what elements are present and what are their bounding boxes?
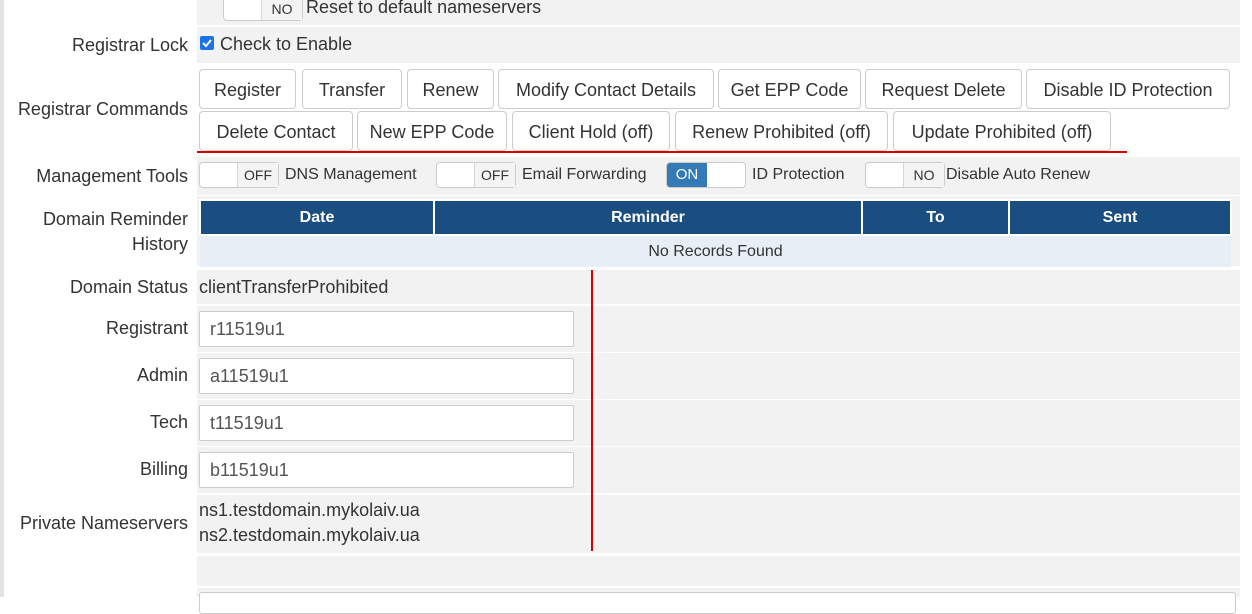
management-tools-row: Management Tools OFF DNS Management OFF … xyxy=(4,157,1240,195)
private-nameservers-label: Private Nameservers xyxy=(19,513,188,533)
registrant-row: Registrant xyxy=(4,306,1240,352)
delete-contact-button[interactable]: Delete Contact xyxy=(199,111,353,151)
request-delete-button[interactable]: Request Delete xyxy=(865,69,1022,109)
right-margin xyxy=(1240,0,1252,597)
toggle-state: ON xyxy=(667,163,707,187)
registrar-commands-label: Registrar Commands xyxy=(17,99,188,119)
admin-input[interactable]: a11519u1 xyxy=(199,358,574,394)
registrar-commands-row: Registrar Commands Register Transfer Ren… xyxy=(4,64,1240,156)
column-header-sent[interactable]: Sent xyxy=(1008,199,1232,236)
billing-row: Billing xyxy=(4,447,1240,493)
renew-prohibited-button[interactable]: Renew Prohibited (off) xyxy=(675,111,888,151)
tech-input[interactable]: t11519u1 xyxy=(199,405,574,441)
private-nameservers-row: Private Nameservers ns1.testdomain.mykol… xyxy=(4,495,1240,553)
registrar-lock-field xyxy=(197,27,1240,63)
disable-auto-renew-toggle[interactable]: NO xyxy=(865,162,945,188)
annotation-vertical-line xyxy=(591,270,593,551)
column-header-date[interactable]: Date xyxy=(199,199,435,236)
email-forwarding-toggle[interactable]: OFF xyxy=(436,162,516,188)
billing-label: Billing xyxy=(139,459,188,479)
empty-row xyxy=(4,556,1240,586)
tech-row: Tech xyxy=(4,400,1240,446)
new-epp-code-button[interactable]: New EPP Code xyxy=(357,111,507,151)
disable-id-protection-button[interactable]: Disable ID Protection xyxy=(1026,69,1230,109)
registrant-input[interactable]: r11519u1 xyxy=(199,311,574,347)
checkmark-icon xyxy=(202,39,212,48)
id-protection-toggle[interactable]: ON xyxy=(666,162,746,188)
registrar-lock-checkbox[interactable] xyxy=(200,36,214,50)
next-row xyxy=(4,588,1240,614)
registrar-lock-label: Registrar Lock xyxy=(71,35,188,55)
email-forwarding-text: Email Forwarding xyxy=(522,166,647,183)
toggle-state: NO xyxy=(261,0,302,20)
reset-nameservers-text: Reset to default nameservers xyxy=(306,0,542,17)
get-epp-code-button[interactable]: Get EPP Code xyxy=(718,69,861,109)
registrant-label: Registrant xyxy=(105,318,188,338)
client-hold-button[interactable]: Client Hold (off) xyxy=(512,111,670,151)
domain-status-label: Domain Status xyxy=(69,277,188,297)
disable-auto-renew-text: Disable Auto Renew xyxy=(946,166,1091,183)
renew-button[interactable]: Renew xyxy=(407,69,494,109)
domain-status-value: clientTransferProhibited xyxy=(199,277,389,297)
next-input[interactable] xyxy=(199,592,1236,614)
toggle-state: OFF xyxy=(237,163,278,187)
dns-management-toggle[interactable]: OFF xyxy=(199,162,279,188)
registrar-lock-text: Check to Enable xyxy=(220,34,353,54)
column-header-to[interactable]: To xyxy=(861,199,1010,236)
toggle-state: NO xyxy=(903,163,944,187)
private-nameserver-1: ns1.testdomain.mykolaiv.ua xyxy=(199,500,420,520)
management-tools-label: Management Tools xyxy=(36,166,188,186)
reminder-history-label-line1: Domain Reminder xyxy=(42,209,188,229)
dns-management-text: DNS Management xyxy=(285,166,417,183)
transfer-button[interactable]: Transfer xyxy=(302,69,402,109)
reminder-table: Date Reminder To Sent No Records Found xyxy=(199,199,1232,267)
id-protection-text: ID Protection xyxy=(752,166,845,183)
register-button[interactable]: Register xyxy=(199,69,296,109)
update-prohibited-button[interactable]: Update Prohibited (off) xyxy=(893,111,1111,151)
registrar-lock-row: Registrar Lock Check to Enable xyxy=(4,27,1240,63)
toggle-state: OFF xyxy=(474,163,515,187)
private-nameserver-2: ns2.testdomain.mykolaiv.ua xyxy=(199,525,420,545)
billing-input[interactable]: b11519u1 xyxy=(199,452,574,488)
reset-nameservers-row: NO Reset to default nameservers xyxy=(4,0,1240,25)
admin-label: Admin xyxy=(136,365,188,385)
reminder-history-label-line2: History xyxy=(131,234,188,254)
empty-field xyxy=(197,556,1240,586)
empty-table-message: No Records Found xyxy=(200,235,1231,267)
reset-nameservers-toggle[interactable]: NO xyxy=(223,0,303,21)
domain-status-row: Domain Status clientTransferProhibited xyxy=(4,270,1240,304)
column-header-reminder[interactable]: Reminder xyxy=(433,199,863,236)
annotation-underline xyxy=(197,151,1127,153)
admin-row: Admin xyxy=(4,353,1240,399)
tech-label: Tech xyxy=(149,412,188,432)
modify-contact-details-button[interactable]: Modify Contact Details xyxy=(498,69,714,109)
